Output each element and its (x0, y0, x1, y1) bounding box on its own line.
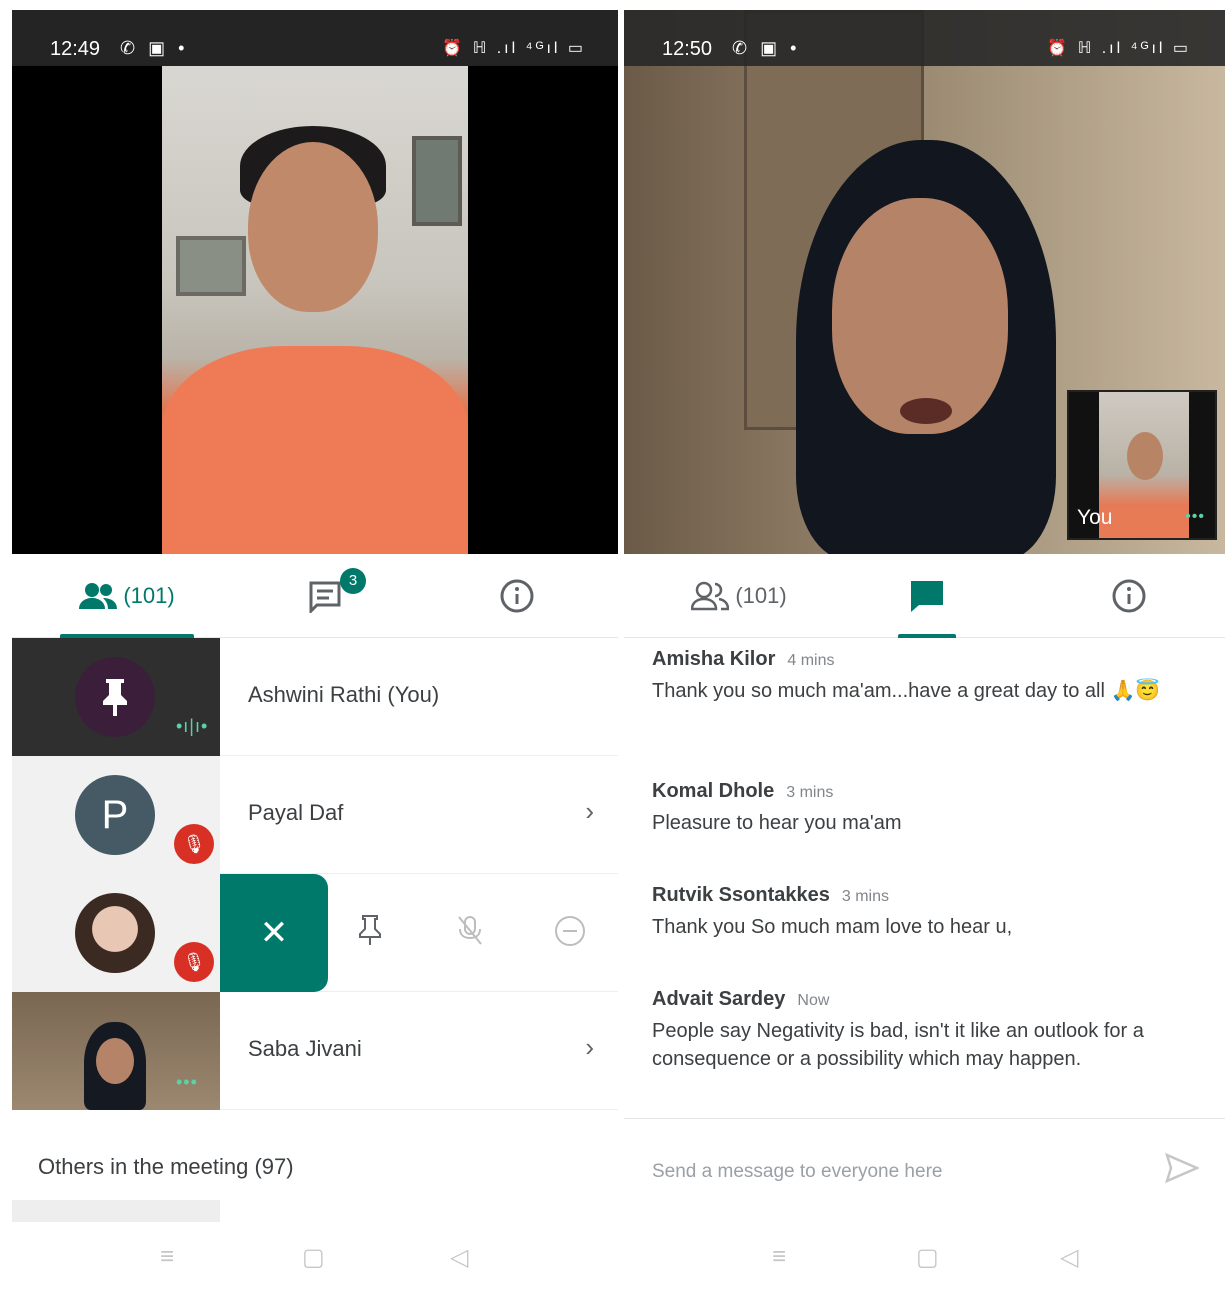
home-icon[interactable]: ▢ (302, 1243, 325, 1272)
tab-chat[interactable]: 3 (282, 554, 372, 638)
participant-tile: 🎙 (12, 874, 220, 992)
chat-icon (911, 581, 943, 612)
system-nav-bar: ≡ ▢ ◁ (12, 1227, 620, 1289)
system-icons: ⏰ ℍ .ıl ⁴ᴳıl ▭ (442, 40, 586, 57)
mute-button[interactable] (450, 914, 490, 954)
meeting-tabs: (101) 3 (12, 554, 620, 638)
message-sender: Rutvik Ssontakkes (652, 884, 830, 906)
list-item (12, 1200, 220, 1222)
message-time: Now (797, 992, 830, 1009)
clock: 12:49 (50, 38, 101, 60)
avatar (75, 893, 155, 973)
chat-message: Komal Dhole 3 mins Pleasure to hear you m… (652, 780, 1192, 837)
people-icon (79, 583, 118, 609)
message-text: Thank you So much mam love to hear u, (652, 916, 1013, 938)
main-video: You ••• (624, 10, 1225, 554)
participant-video-tile: ••• (12, 992, 220, 1110)
message-text: Pleasure to hear you ma'am (652, 812, 902, 834)
others-section-title: Others in the meeting (97) (38, 1154, 294, 1179)
system-nav-bar: ≡ ▢ ◁ (624, 1227, 1225, 1289)
participant-action-bar: ✕ (220, 874, 620, 992)
participant-row[interactable]: ••• Saba Jivani › (12, 992, 620, 1110)
participant-tile: •ı|ı• (12, 638, 220, 756)
menu-icon[interactable]: ≡ (160, 1243, 174, 1271)
pin-icon (103, 679, 127, 716)
participant-row[interactable]: P 🎙 Payal Daf › (12, 756, 620, 874)
chat-message: Amisha Kilor 4 mins Thank you so much ma'… (652, 648, 1192, 705)
notification-icons: ✆ ▣ • (120, 38, 189, 58)
message-sender: Amisha Kilor (652, 648, 776, 670)
chevron-right-icon[interactable]: › (585, 796, 594, 827)
pin-button[interactable] (350, 914, 390, 954)
chevron-right-icon[interactable]: › (585, 1032, 594, 1063)
self-view-video[interactable]: You ••• (1067, 390, 1217, 540)
message-sender: Advait Sardey (652, 988, 786, 1010)
message-text: People say Negativity is bad, isn't it l… (652, 1020, 1144, 1070)
left-phone-screen: 12:49 ✆ ▣ • ⏰ ℍ .ıl ⁴ᴳıl ▭ (101) 3 •ı|ı•… (12, 10, 620, 1289)
tab-people[interactable]: (101) (52, 554, 202, 638)
self-view-label: You (1077, 506, 1113, 529)
message-sender: Komal Dhole (652, 780, 775, 802)
speaking-indicator-icon: •ı|ı• (176, 716, 209, 736)
message-time: 4 mins (787, 652, 835, 669)
participant-name: Payal Daf (248, 800, 344, 825)
close-actions-button[interactable]: ✕ (220, 874, 328, 992)
message-input[interactable]: Send a message to everyone here (652, 1161, 942, 1183)
more-options-icon[interactable]: ••• (1185, 508, 1205, 526)
info-icon (1112, 579, 1146, 613)
back-icon[interactable]: ◁ (450, 1243, 468, 1272)
clock: 12:50 (662, 38, 713, 60)
status-bar: 12:50 ✆ ▣ • ⏰ ℍ .ıl ⁴ᴳıl ▭ (624, 10, 1225, 66)
status-bar: 12:49 ✆ ▣ • ⏰ ℍ .ıl ⁴ᴳıl ▭ (12, 10, 620, 66)
chat-message: Advait Sardey Now People say Negativity i… (652, 988, 1192, 1073)
participant-tile: P 🎙 (12, 756, 220, 874)
mic-off-icon (458, 916, 482, 945)
remove-button[interactable] (550, 914, 590, 954)
people-count: (101) (123, 583, 175, 608)
participant-row[interactable]: •ı|ı• Ashwini Rathi (You) (12, 638, 620, 756)
meeting-tabs: (101) (624, 554, 1225, 638)
tab-info[interactable] (1094, 554, 1164, 638)
right-phone-screen: You ••• 12:50 ✆ ▣ • ⏰ ℍ .ıl ⁴ᴳıl ▭ (101) (624, 10, 1225, 1289)
tab-chat[interactable] (890, 554, 964, 638)
system-icons: ⏰ ℍ .ıl ⁴ᴳıl ▭ (1047, 40, 1191, 57)
mic-off-icon: 🎙 (174, 824, 214, 864)
people-count: (101) (735, 583, 787, 608)
speaker-video-feed (162, 66, 468, 554)
send-icon[interactable] (1165, 1152, 1201, 1191)
notification-icons: ✆ ▣ • (732, 38, 801, 58)
message-text: Thank you so much ma'am...have a great d… (652, 680, 1161, 702)
message-time: 3 mins (841, 888, 889, 905)
chat-unread-badge: 3 (340, 568, 366, 594)
info-icon (500, 579, 534, 613)
tab-info[interactable] (482, 554, 552, 638)
pin-icon (359, 915, 381, 945)
pinned-avatar (75, 657, 155, 737)
tab-people[interactable]: (101) (664, 554, 814, 638)
participant-name: Saba Jivani (248, 1036, 362, 1061)
message-time: 3 mins (786, 784, 834, 801)
main-video (12, 10, 620, 554)
people-icon (691, 581, 730, 611)
menu-icon[interactable]: ≡ (772, 1243, 786, 1271)
mic-off-icon: 🎙 (174, 942, 214, 982)
message-composer: Send a message to everyone here (624, 1118, 1225, 1228)
back-icon[interactable]: ◁ (1060, 1243, 1078, 1272)
participant-name: Ashwini Rathi (You) (248, 682, 440, 707)
remove-icon (555, 916, 585, 946)
home-icon[interactable]: ▢ (916, 1243, 939, 1272)
avatar: P (75, 775, 155, 855)
chat-message: Rutvik Ssontakkes 3 mins Thank you So muc… (652, 884, 1192, 941)
speaking-indicator-icon: ••• (176, 1072, 198, 1092)
